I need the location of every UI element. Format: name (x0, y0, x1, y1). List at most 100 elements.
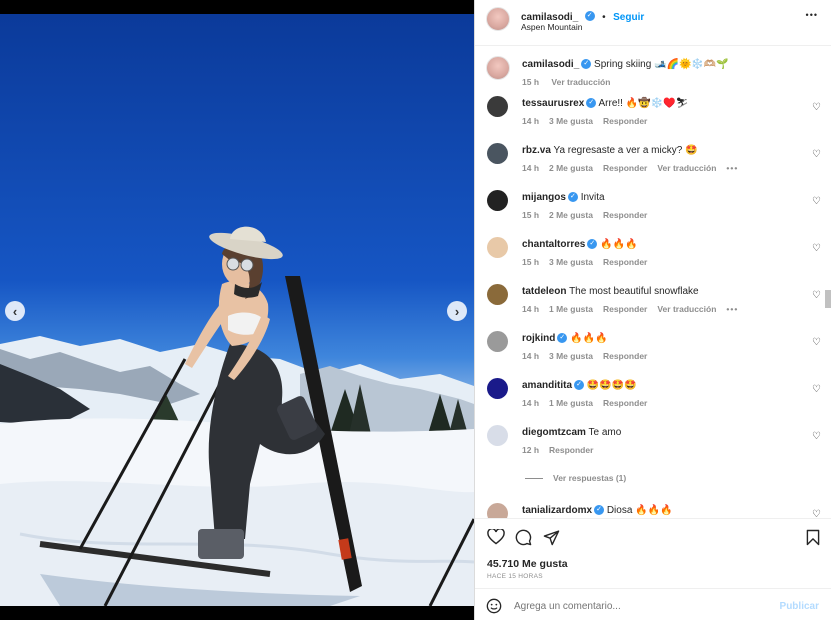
comment-text-line: tatdeleon The most beautiful snowflake (522, 286, 699, 297)
comment-text: 🔥🔥🔥 (570, 333, 608, 344)
comment-avatar[interactable] (487, 237, 508, 258)
comment-avatar[interactable] (487, 284, 508, 305)
comment-username[interactable]: rbz.va (522, 145, 551, 156)
comment-time[interactable]: 12 h (522, 445, 539, 455)
comment-bubble-icon[interactable] (515, 529, 532, 546)
next-photo-button[interactable]: › (447, 301, 467, 321)
comment-row: tessaurusrex ✓ Arre!! 🔥🤠❄️♥️⛷ 14 h 3 Me gus… (475, 94, 831, 141)
verified-badge-icon: ✓ (574, 380, 585, 391)
like-comment-icon[interactable]: ♡ (812, 149, 822, 160)
comment-time[interactable]: 14 h (522, 398, 539, 408)
comment-likes[interactable]: 3 Me gusta (549, 116, 593, 126)
comment-username[interactable]: diegomtzcam (522, 427, 586, 438)
comment-avatar[interactable] (487, 96, 508, 117)
view-replies-link[interactable]: Ver respuestas (1) (553, 473, 626, 483)
likes-count[interactable]: 45.710 Me gusta (487, 558, 568, 570)
comment-reply[interactable]: Responder (603, 116, 647, 126)
verified-badge-icon: ✓ (557, 333, 568, 344)
post-location[interactable]: Aspen Mountain (521, 22, 582, 32)
comment-text: 🤩🤩🤩🤩 (586, 380, 637, 391)
comment-translate[interactable]: Ver traducción (657, 163, 716, 173)
post-header: camilasodi_ ✓ • Seguir Aspen Mountain ••… (475, 0, 831, 46)
view-replies-row[interactable]: Ver respuestas (1) (525, 473, 626, 483)
comment-username[interactable]: tessaurusrex (522, 98, 584, 109)
comment-text: Ya regresaste a ver a micky? 🤩 (553, 145, 698, 156)
caption-time[interactable]: 15 h (522, 77, 539, 87)
comment-time[interactable]: 14 h (522, 304, 539, 314)
share-direct-icon[interactable] (543, 529, 560, 546)
comment-time[interactable]: 14 h (522, 116, 539, 126)
verified-badge-icon: ✓ (567, 192, 578, 203)
comment-username[interactable]: tanializardomx (522, 505, 592, 516)
comment-options-icon[interactable]: ••• (726, 304, 738, 314)
comment-avatar[interactable] (487, 378, 508, 399)
comment-meta: 14 h 2 Me gusta Responder Ver traducción ••• (522, 163, 748, 173)
comment-avatar[interactable] (487, 190, 508, 211)
comment-options-icon[interactable]: ••• (726, 163, 738, 173)
comment-time[interactable]: 14 h (522, 351, 539, 361)
verified-badge-icon: ✓ (581, 59, 592, 70)
comment-reply[interactable]: Responder (603, 210, 647, 220)
previous-photo-button[interactable]: ‹ (5, 301, 25, 321)
comment-translate[interactable]: Ver traducción (657, 304, 716, 314)
publish-button[interactable]: Publicar (780, 601, 819, 612)
comment-username[interactable]: chantaltorres (522, 239, 585, 250)
comments-scrollbar[interactable] (825, 290, 831, 308)
comment-text-line: tanializardomx ✓ Diosa 🔥🔥🔥 (522, 505, 673, 516)
like-comment-icon[interactable]: ♡ (812, 431, 822, 442)
like-comment-icon[interactable]: ♡ (812, 196, 822, 207)
follow-button[interactable]: Seguir (613, 12, 644, 23)
comment-reply[interactable]: Responder (603, 257, 647, 267)
comment-likes[interactable]: 2 Me gusta (549, 210, 593, 220)
comment-meta: 14 h 3 Me gusta Responder (522, 351, 657, 361)
comment-input[interactable] (514, 597, 764, 615)
comment-reply[interactable]: Responder (603, 351, 647, 361)
comment-time[interactable]: 15 h (522, 210, 539, 220)
caption-meta: 15 h Ver traducción (522, 77, 620, 87)
like-comment-icon[interactable]: ♡ (812, 102, 822, 113)
comment-reply[interactable]: Responder (603, 304, 647, 314)
emoji-icon[interactable] (486, 598, 502, 614)
comments-list[interactable]: camilasodi_ ✓ Spring skiing 🎿🌈🌞❄️🫶🏼🌱 15 h… (475, 46, 831, 518)
comment-reply[interactable]: Responder (603, 398, 647, 408)
comment-avatar[interactable] (487, 425, 508, 446)
comment-likes[interactable]: 1 Me gusta (549, 398, 593, 408)
like-heart-icon[interactable] (487, 529, 505, 545)
comment-avatar[interactable] (487, 331, 508, 352)
like-comment-icon[interactable]: ♡ (812, 290, 822, 301)
comment-text-line: tessaurusrex ✓ Arre!! 🔥🤠❄️♥️⛷ (522, 98, 688, 109)
verified-badge-icon: ✓ (586, 98, 597, 109)
post-photo[interactable] (0, 14, 474, 606)
like-comment-icon[interactable]: ♡ (812, 243, 822, 254)
comment-reply[interactable]: Responder (549, 445, 593, 455)
comment-row: tatdeleon The most beautiful snowflake 14… (475, 282, 831, 329)
like-comment-icon[interactable]: ♡ (812, 509, 822, 518)
separator-dot: • (602, 12, 606, 23)
post-media: ‹ › (0, 0, 474, 620)
comment-text-line: mijangos ✓ Invita (522, 192, 605, 203)
like-comment-icon[interactable]: ♡ (812, 337, 822, 348)
comment-time[interactable]: 15 h (522, 257, 539, 267)
comment-likes[interactable]: 2 Me gusta (549, 163, 593, 173)
comment-username[interactable]: tatdeleon (522, 286, 566, 297)
like-comment-icon[interactable]: ♡ (812, 384, 822, 395)
comment-username[interactable]: mijangos (522, 192, 566, 203)
comment-meta: 12 h Responder (522, 445, 603, 455)
save-bookmark-icon[interactable] (806, 529, 820, 546)
caption-translate[interactable]: Ver traducción (551, 77, 610, 87)
comment-username[interactable]: amanditita (522, 380, 572, 391)
comment-likes[interactable]: 3 Me gusta (549, 351, 593, 361)
caption-username[interactable]: camilasodi_ (522, 59, 579, 70)
comment-likes[interactable]: 3 Me gusta (549, 257, 593, 267)
comment-time[interactable]: 14 h (522, 163, 539, 173)
post-actions: 45.710 Me gusta HACE 15 HORAS (475, 518, 831, 588)
author-avatar[interactable] (486, 7, 510, 31)
caption-avatar[interactable] (486, 56, 510, 80)
more-options-icon[interactable]: ••• (806, 10, 818, 20)
post-time-ago[interactable]: HACE 15 HORAS (487, 573, 543, 580)
comment-reply[interactable]: Responder (603, 163, 647, 173)
comment-likes[interactable]: 1 Me gusta (549, 304, 593, 314)
comment-avatar[interactable] (487, 143, 508, 164)
comment-avatar[interactable] (487, 503, 508, 518)
comment-username[interactable]: rojkind (522, 333, 555, 344)
